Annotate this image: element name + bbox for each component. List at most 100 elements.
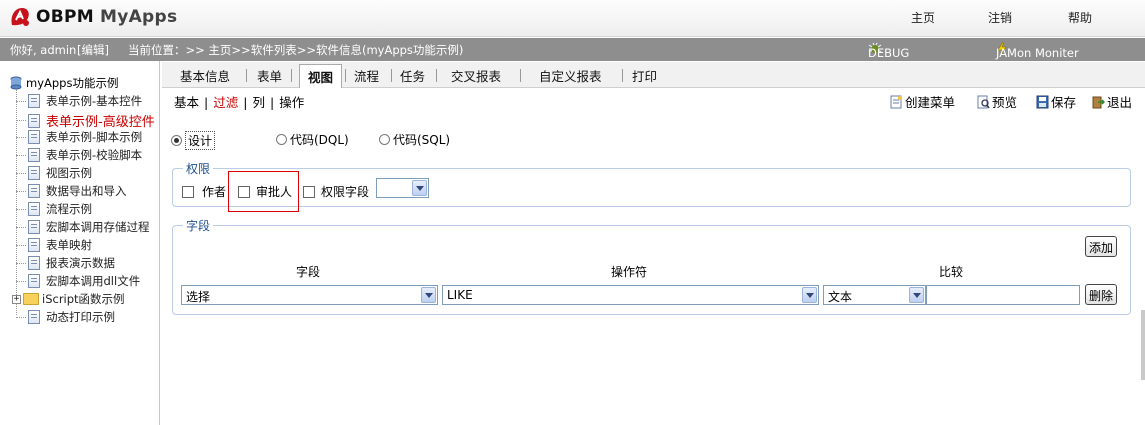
jamon-link[interactable]: JAMon Moniter [996,42,1079,60]
tree-connector [16,244,26,246]
debug-label: DEBUG [868,46,910,60]
radio-dot [379,134,390,145]
sidebar-item[interactable]: 数据导出和导入 [16,183,127,199]
nav-help-link[interactable]: 帮助 [1068,9,1092,26]
add-condition-button[interactable]: 添加 [1085,236,1118,257]
sidebar-item-label: 表单示例-脚本示例 [46,130,143,144]
tab-workflow[interactable]: 流程 [354,66,379,85]
document-icon [28,94,40,108]
preview-button[interactable]: 预览 [977,92,1017,111]
sidebar-item-label: 视图示例 [46,166,92,180]
exit-label: 退出 [1107,95,1133,110]
sidebar-item[interactable]: 表单示例-校验脚本 [16,147,142,163]
compare-type-select[interactable]: 文本 [823,285,926,305]
subtab-operation[interactable]: 操作 [279,95,304,110]
create-menu-button[interactable]: 创建菜单 [890,92,955,111]
sidebar-item-label: 宏脚本调用存储过程 [46,220,150,234]
tree-connector [16,316,26,318]
tree-connector [16,100,26,102]
sidebar-item[interactable]: 宏脚本调用存储过程 [16,219,150,235]
debug-link[interactable]: DEBUG [868,42,909,60]
tree-connector [16,226,26,228]
app-header: OBPM MyApps 主页 注销 帮助 [0,0,1145,37]
logo-icon [11,8,29,26]
sidebar-item[interactable]: + iScript函数示例 [12,291,125,307]
mode-dql-radio[interactable]: 代码(DQL) [276,131,349,148]
folder-icon [23,293,39,305]
perm-field-select[interactable] [376,178,429,198]
logo-text: OBPM [36,7,94,27]
tree-connector [16,208,26,210]
author-label: 作者 [202,185,227,199]
mode-design-radio[interactable]: 设计 [171,131,216,150]
jamon-label: JAMon Moniter [996,46,1079,60]
column-header-compare: 比较 [939,265,964,279]
tree-connector [16,280,26,282]
sidebar-item[interactable]: 表单示例-脚本示例 [16,129,142,145]
new-document-icon [890,95,902,108]
sidebar-item-label: 流程示例 [46,202,92,216]
compare-type-value: 文本 [828,290,853,304]
delete-condition-button[interactable]: 删除 [1085,284,1118,305]
document-icon [28,166,40,180]
document-icon [28,256,40,270]
perm-field-label: 权限字段 [321,185,370,199]
tree-root[interactable]: myApps功能示例 [10,75,118,91]
tree-connector [16,190,26,192]
logo-subtext: MyApps [100,7,178,27]
subtab-separator: | [204,95,209,110]
sidebar-item[interactable]: 表单映射 [16,237,92,253]
sidebar-item[interactable]: 动态打印示例 [16,309,115,325]
permission-legend: 权限 [183,160,214,177]
save-icon [1036,95,1049,108]
tab-crosstab-report[interactable]: 交叉报表 [451,66,501,85]
nav-home-link[interactable]: 主页 [911,9,935,26]
sidebar-item[interactable]: 流程示例 [16,201,92,217]
tab-task[interactable]: 任务 [400,66,425,85]
sidebar-item[interactable]: 表单示例-基本控件 [16,93,142,109]
sidebar-item[interactable]: 表单示例-高级控件 [16,111,155,130]
compare-value-input[interactable] [926,285,1080,305]
mode-sql-radio[interactable]: 代码(SQL) [379,131,450,148]
field-select[interactable]: 选择 [181,285,438,305]
sidebar-item[interactable]: 报表演示数据 [16,255,115,271]
tab-custom-report[interactable]: 自定义报表 [539,66,602,85]
document-icon [28,130,40,144]
operator-select-value: LIKE [447,288,473,302]
radio-dot [171,135,182,146]
tab-basic-info[interactable]: 基本信息 [180,66,230,85]
subtab-separator: | [269,95,275,110]
expand-icon[interactable]: + [12,294,21,304]
tree-connector [16,120,26,121]
preview-label: 预览 [992,95,1018,110]
author-checkbox[interactable]: 作者 [182,183,226,200]
sidebar-item[interactable]: 视图示例 [16,165,92,181]
sidebar-item-label: 报表演示数据 [46,256,115,270]
operator-select[interactable]: LIKE [442,285,819,305]
nav-logout-link[interactable]: 注销 [988,9,1012,26]
view-subtabs: 基本 | 过滤 | 列 | 操作 [174,92,304,111]
sidebar-item[interactable]: 宏脚本调用dll文件 [16,273,140,289]
tab-form[interactable]: 表单 [257,66,282,85]
document-icon [28,274,40,288]
exit-button[interactable]: 退出 [1092,92,1132,111]
scrollbar[interactable] [1141,310,1145,380]
save-button[interactable]: 保存 [1036,92,1076,111]
tree-connector [16,136,26,138]
subtab-basic[interactable]: 基本 [174,95,199,110]
breadcrumb: 当前位置：>> 主页>>软件列表>>软件信息(myApps功能示例) [128,43,464,57]
tree-root-label: myApps功能示例 [26,76,119,90]
edit-profile-link[interactable]: [编辑] [77,42,109,58]
perm-field-checkbox[interactable]: 权限字段 [303,183,369,200]
tab-print[interactable]: 打印 [632,66,657,85]
tab-view[interactable]: 视图 [299,64,343,88]
create-menu-label: 创建菜单 [905,95,956,110]
subtab-column[interactable]: 列 [252,95,265,110]
document-icon [28,148,40,162]
save-label: 保存 [1051,95,1077,110]
sidebar-item-label: 表单示例-基本控件 [46,94,143,108]
sidebar-item-label: 动态打印示例 [46,310,115,324]
tree-connector [16,172,26,174]
tab-divider [291,69,292,82]
subtab-filter[interactable]: 过滤 [213,95,238,110]
